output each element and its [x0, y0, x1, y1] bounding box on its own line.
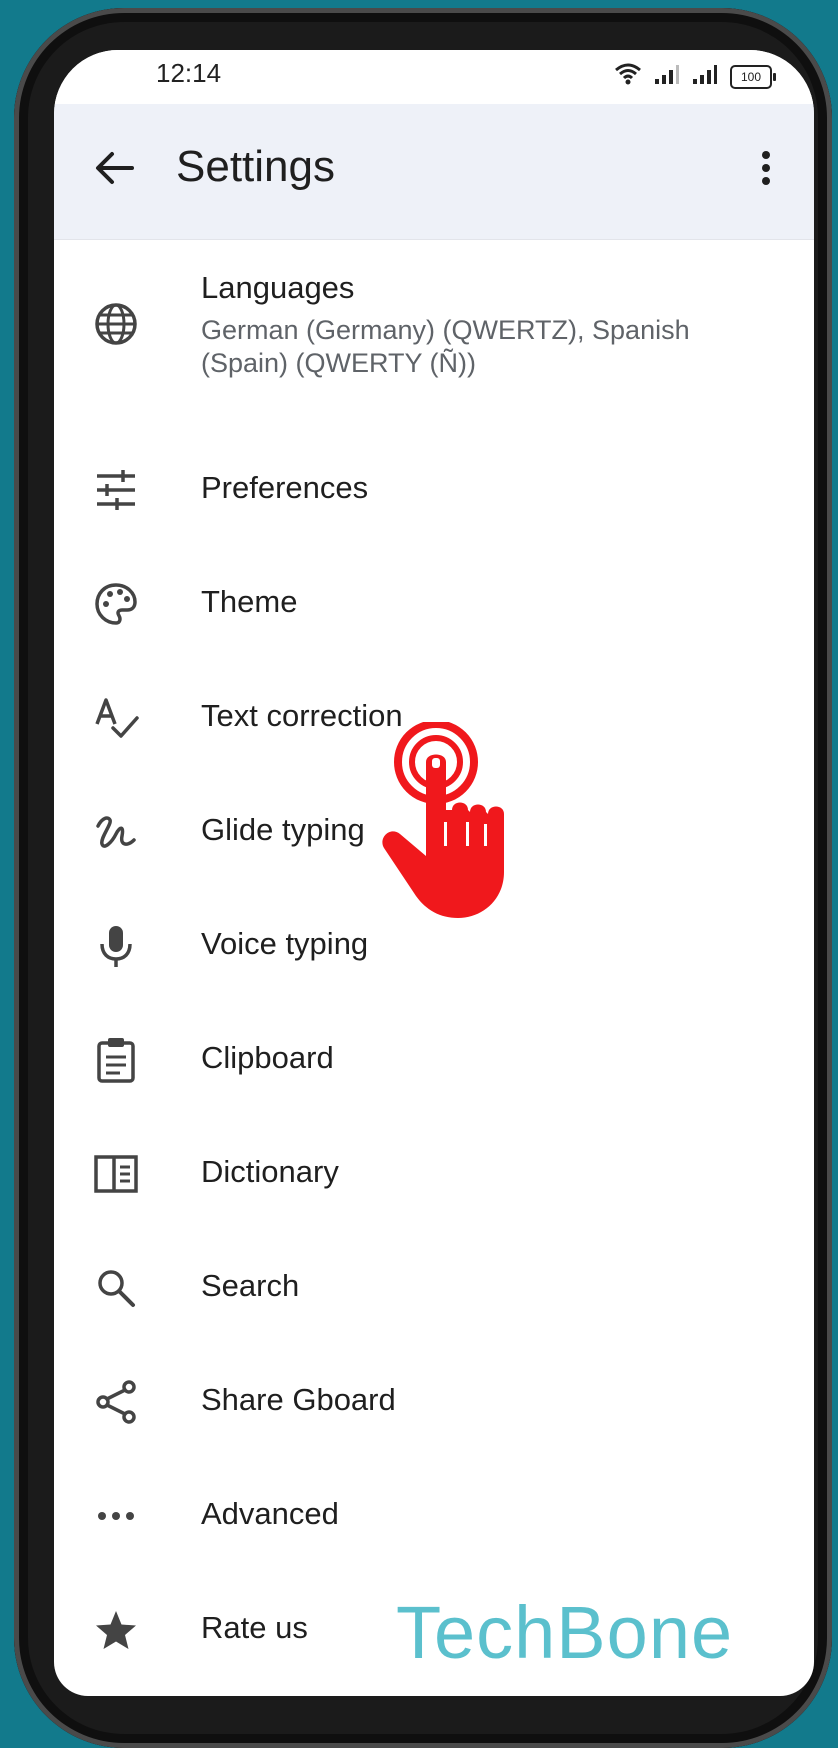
search-icon — [90, 1262, 142, 1314]
settings-item-preferences[interactable]: Preferences — [54, 440, 814, 540]
signal-icon — [654, 63, 680, 90]
status-icons: 100 — [614, 62, 776, 91]
settings-item-label: Preferences — [201, 470, 369, 505]
settings-item-dictionary[interactable]: Dictionary — [54, 1124, 814, 1224]
back-button[interactable] — [84, 140, 144, 200]
settings-item-search[interactable]: Search — [54, 1238, 814, 1338]
settings-item-languages[interactable]: Languages German (Germany) (QWERTZ), Spa… — [54, 250, 814, 400]
phone-screen: 12:14 100 Settings Languages German (Ger… — [54, 50, 814, 1696]
more-vert-icon — [760, 150, 772, 191]
settings-item-theme[interactable]: Theme — [54, 554, 814, 654]
watermark-logo: TechBone — [396, 1591, 734, 1674]
settings-item-label: Clipboard — [201, 1040, 334, 1075]
microphone-icon — [90, 920, 142, 972]
status-time: 12:14 — [156, 58, 222, 88]
settings-item-label: Voice typing — [201, 926, 369, 961]
settings-item-share-gboard[interactable]: Share Gboard — [54, 1352, 814, 1452]
arrow-back-icon — [94, 150, 134, 191]
settings-item-label: Theme — [201, 584, 298, 619]
signal-icon-2 — [692, 63, 718, 90]
more-options-button[interactable] — [736, 140, 796, 200]
settings-item-label: Advanced — [201, 1496, 339, 1531]
status-bar: 12:14 100 — [54, 50, 814, 104]
clipboard-icon — [90, 1034, 142, 1086]
gesture-icon — [90, 806, 142, 858]
more-horiz-icon — [90, 1490, 142, 1542]
settings-item-advanced[interactable]: Advanced — [54, 1466, 814, 1566]
app-bar: Settings — [54, 104, 814, 240]
settings-item-label: Search — [201, 1268, 300, 1303]
battery-icon: 100 — [730, 64, 776, 89]
settings-item-label: Dictionary — [201, 1154, 339, 1189]
globe-icon — [90, 298, 142, 350]
settings-item-label: Languages — [201, 270, 355, 305]
settings-item-clipboard[interactable]: Clipboard — [54, 1010, 814, 1110]
tune-icon — [90, 464, 142, 516]
settings-item-label: Rate us — [201, 1610, 308, 1645]
wifi-icon — [614, 62, 642, 91]
settings-item-label: Glide typing — [201, 812, 365, 847]
book-icon — [90, 1148, 142, 1200]
share-icon — [90, 1376, 142, 1428]
spellcheck-icon — [90, 692, 142, 744]
tap-hand-icon — [382, 722, 504, 918]
settings-item-summary: German (Germany) (QWERTZ), Spanish (Spai… — [201, 315, 690, 378]
palette-icon — [90, 578, 142, 630]
page-title: Settings — [176, 142, 335, 191]
star-icon — [90, 1604, 142, 1656]
settings-item-label: Share Gboard — [201, 1382, 396, 1417]
